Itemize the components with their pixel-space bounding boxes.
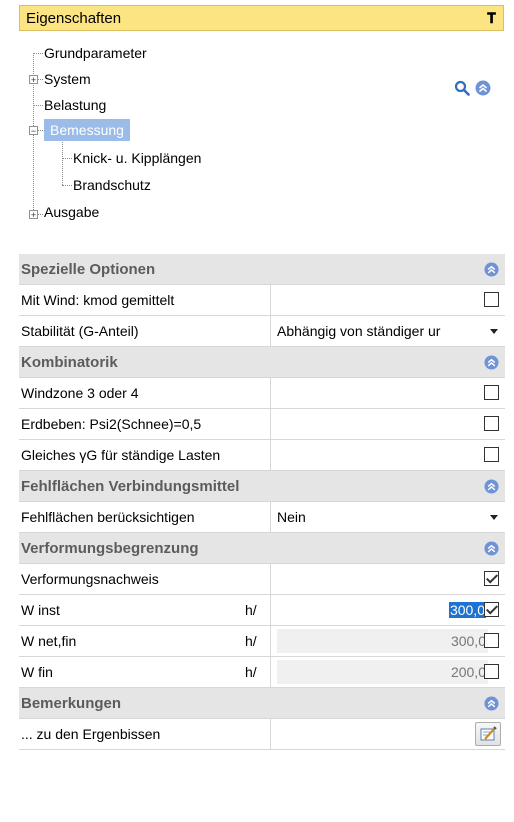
property-label: W inst xyxy=(21,602,60,618)
property-row-verformungsnachweis: Verformungsnachweis xyxy=(19,564,505,595)
unit-label: h/ xyxy=(245,664,257,680)
tree-connector xyxy=(38,130,43,131)
property-row-w-inst: W inst h/ 300,0 xyxy=(19,595,505,626)
section-title: Bemerkungen xyxy=(21,695,122,712)
property-label: ... zu den Ergenbissen xyxy=(21,726,161,742)
tree-item-system[interactable]: System xyxy=(44,68,91,90)
edit-notes-icon xyxy=(480,726,497,741)
section-header-fehlflaechen[interactable]: Fehlflächen Verbindungsmittel xyxy=(19,471,505,502)
chevron-down-icon[interactable] xyxy=(490,329,498,334)
tree-item-ausgabe[interactable]: Ausgabe xyxy=(44,201,99,223)
section-header-spezielle-optionen[interactable]: Spezielle Optionen xyxy=(19,254,505,285)
tree-item-knick-kipplaengen[interactable]: Knick- u. Kipplängen xyxy=(73,147,201,169)
fehlflaechen-select[interactable]: Nein xyxy=(277,502,306,532)
expand-ausgabe-icon[interactable]: + xyxy=(29,210,38,220)
property-row-erdbeben: Erdbeben: Psi2(Schnee)=0,5 xyxy=(19,409,505,440)
property-row-w-net-fin: W net,fin h/ 300,0 xyxy=(19,626,505,657)
property-grid: Spezielle Optionen Mit Wind: kmod gemitt… xyxy=(19,254,505,750)
section-title: Verformungsbegrenzung xyxy=(21,540,199,557)
unit-label: h/ xyxy=(245,602,257,618)
collapse-bemessung-icon[interactable]: − xyxy=(29,126,38,136)
tree-connector xyxy=(38,79,43,80)
section-title: Spezielle Optionen xyxy=(21,261,156,278)
property-label: Fehlflächen berücksichtigen xyxy=(21,509,195,525)
search-icon[interactable] xyxy=(454,80,470,96)
property-label: Mit Wind: kmod gemittelt xyxy=(21,292,175,308)
w-inst-value[interactable]: 300,0 xyxy=(448,602,486,618)
property-label: Stabilität (G-Anteil) xyxy=(21,323,139,339)
gleiches-gamma-checkbox[interactable] xyxy=(484,447,499,462)
edit-notes-button[interactable] xyxy=(475,722,501,746)
tree-connector xyxy=(33,105,43,106)
stabilitaet-select[interactable]: Abhängig von ständiger ur xyxy=(277,316,440,346)
panel-titlebar: Eigenschaften 𝐓 xyxy=(19,5,504,31)
collapse-section-icon[interactable] xyxy=(484,479,499,494)
chevron-down-icon[interactable] xyxy=(490,515,498,520)
pin-icon[interactable]: 𝐓 xyxy=(487,10,496,27)
tree-connector xyxy=(33,53,43,54)
panel-title: Eigenschaften xyxy=(26,9,122,27)
property-row-windzone: Windzone 3 oder 4 xyxy=(19,378,505,409)
unit-label: h/ xyxy=(245,633,257,649)
tree-item-grundparameter[interactable]: Grundparameter xyxy=(44,42,147,64)
tree-connector xyxy=(62,140,63,185)
section-header-kombinatorik[interactable]: Kombinatorik xyxy=(19,347,505,378)
collapse-section-icon[interactable] xyxy=(484,262,499,277)
w-inst-checkbox[interactable] xyxy=(484,602,499,617)
wind-kmod-checkbox[interactable] xyxy=(484,292,499,307)
section-header-verformung[interactable]: Verformungsbegrenzung xyxy=(19,533,505,564)
property-label: Gleiches γG für ständige Lasten xyxy=(21,447,221,463)
section-title: Fehlflächen Verbindungsmittel xyxy=(21,478,240,495)
tree-connector xyxy=(62,158,72,159)
section-header-bemerkungen[interactable]: Bemerkungen xyxy=(19,688,505,719)
tree-connector xyxy=(62,185,72,186)
property-label: W net,fin xyxy=(21,633,77,649)
verformungsnachweis-checkbox[interactable] xyxy=(484,571,499,586)
property-row-gleiches-gamma: Gleiches γG für ständige Lasten xyxy=(19,440,505,471)
collapse-section-icon[interactable] xyxy=(484,355,499,370)
section-title: Kombinatorik xyxy=(21,354,118,371)
expand-system-icon[interactable]: + xyxy=(29,75,38,85)
collapse-section-icon[interactable] xyxy=(484,541,499,556)
tree-item-bemessung[interactable]: Bemessung xyxy=(44,119,130,141)
navigation-tree: + − + Grundparameter System Belastung Be… xyxy=(24,42,464,232)
collapse-section-icon[interactable] xyxy=(484,696,499,711)
w-net-fin-input[interactable]: 300,0 xyxy=(277,629,488,653)
w-fin-checkbox[interactable] xyxy=(484,664,499,679)
property-row-bemerkungen: ... zu den Ergenbissen xyxy=(19,719,505,750)
w-net-fin-checkbox[interactable] xyxy=(484,633,499,648)
property-row-w-fin: W fin h/ 200,0 xyxy=(19,657,505,688)
property-row-wind-kmod: Mit Wind: kmod gemittelt xyxy=(19,285,505,316)
property-row-fehlflaechen: Fehlflächen berücksichtigen Nein xyxy=(19,502,505,533)
erdbeben-checkbox[interactable] xyxy=(484,416,499,431)
tree-connector xyxy=(38,214,43,215)
property-label: Erdbeben: Psi2(Schnee)=0,5 xyxy=(21,416,202,432)
tree-item-brandschutz[interactable]: Brandschutz xyxy=(73,174,151,196)
windzone-checkbox[interactable] xyxy=(484,385,499,400)
property-label: W fin xyxy=(21,664,53,680)
collapse-all-icon[interactable] xyxy=(475,80,491,96)
tree-item-belastung[interactable]: Belastung xyxy=(44,94,106,116)
property-row-stabilitaet: Stabilität (G-Anteil) Abhängig von ständ… xyxy=(19,316,505,347)
w-inst-input[interactable]: 300,0 xyxy=(277,598,488,622)
property-label: Verformungsnachweis xyxy=(21,571,159,587)
w-fin-input[interactable]: 200,0 xyxy=(277,660,488,684)
property-label: Windzone 3 oder 4 xyxy=(21,385,139,401)
